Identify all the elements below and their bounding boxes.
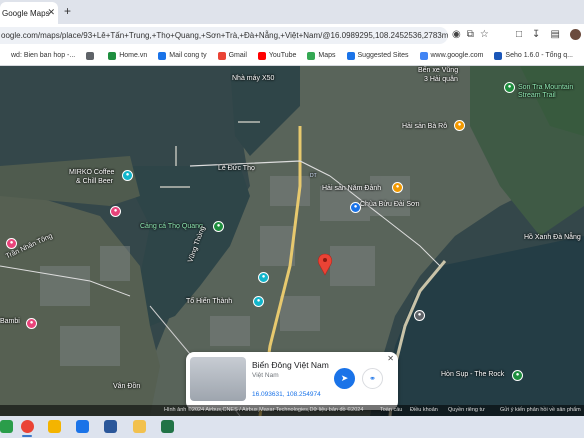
place-title[interactable]: Biển Đông Việt Nam (252, 360, 329, 370)
map-label[interactable]: Vân Đồn (113, 383, 140, 390)
location-icon[interactable]: ◉ (452, 29, 461, 40)
place-photo[interactable] (190, 357, 246, 401)
taskbar (0, 416, 584, 438)
gmail-icon (217, 51, 226, 60)
google-icon (419, 51, 428, 60)
map-label[interactable]: & Chill Beer (76, 178, 113, 185)
bookmark-label: Gmail (228, 52, 247, 59)
map-label[interactable]: Bến xe Vũng (418, 67, 458, 74)
place-pin-icon[interactable]: ● (258, 272, 269, 283)
map-label[interactable]: Cảng cá Thọ Quang (140, 223, 203, 230)
extensions-icon[interactable]: □ (516, 29, 522, 40)
shop-pin-icon[interactable]: ● (110, 206, 121, 217)
park-pin-icon[interactable]: ● (213, 221, 224, 232)
shop-pin-icon[interactable]: ● (26, 318, 37, 329)
map-attribution: Hình ảnh ©2024 Airbus,CNES / Airbus,Maxa… (0, 405, 584, 416)
terms-link[interactable]: Điều khoản (410, 407, 438, 413)
search-icon (346, 51, 355, 60)
cafe-pin-icon[interactable]: ● (122, 170, 133, 181)
share-button[interactable]: ⚭ (362, 368, 383, 389)
bookmark-label: YouTube (268, 52, 297, 59)
map-label[interactable]: Chùa Bửu Đài Sơn (360, 201, 419, 208)
map-label[interactable]: DT (310, 173, 317, 179)
bookmark-item[interactable]: Home.vn (108, 51, 148, 60)
place-card[interactable]: Biển Đông Việt Nam Việt Nam 16.093631, 1… (186, 352, 398, 410)
shop-pin-icon[interactable]: ● (6, 238, 17, 249)
tab-bar: Google Maps ✕ + (0, 0, 584, 24)
bookmark-item[interactable]: www.google.com (419, 51, 484, 60)
install-app-icon[interactable]: ⧉ (467, 29, 474, 40)
bookmark-item[interactable]: wd: Bien ban hop -... (0, 51, 76, 60)
map-label[interactable]: Hải sản Bà Rô (402, 123, 447, 130)
tab-title: Google Maps (2, 8, 50, 18)
copilot-icon[interactable] (48, 420, 61, 433)
privacy-link[interactable]: Quyền riêng tư (448, 407, 485, 413)
youtube-icon (257, 51, 266, 60)
bookmark-item[interactable]: Mail cong ty (158, 51, 207, 60)
bookmark-item[interactable]: Maps (307, 51, 336, 60)
map-label[interactable]: Bambi (0, 318, 20, 325)
place-coordinates[interactable]: 16.093631, 108.254974 (252, 391, 321, 398)
bookmark-label: www.google.com (430, 52, 484, 59)
bookmark-item[interactable]: Seho 1.6.0 - Tổng q... (494, 51, 574, 60)
place-subtitle: Việt Nam (252, 372, 279, 379)
maps-icon (307, 51, 316, 60)
seho-icon (494, 51, 503, 60)
home-vn-icon (108, 51, 117, 60)
download-icon[interactable]: ↧ (532, 29, 540, 40)
bookmark-item[interactable] (86, 51, 97, 60)
map-label[interactable]: Lê Đức Thọ (218, 165, 255, 172)
globe-icon (86, 51, 95, 60)
doc-icon (0, 51, 8, 60)
bookmark-item[interactable]: Suggested Sites (346, 51, 409, 60)
url-input[interactable]: oogle.com/maps/place/93+Lê+Tấn+Trung,+Th… (0, 27, 448, 44)
restaurant-pin-icon[interactable]: ● (454, 120, 465, 131)
address-bar-row: oogle.com/maps/place/93+Lê+Tấn+Trung,+Th… (0, 24, 584, 46)
map-label[interactable]: Tổ Hiến Thành (186, 298, 232, 305)
feedback-link[interactable]: Gửi ý kiến phản hồi về sản phẩm (500, 407, 581, 413)
place-pin-icon[interactable]: ● (253, 296, 264, 307)
map-label[interactable]: Stream Trail (518, 92, 556, 99)
app-icon[interactable] (0, 420, 13, 433)
new-tab-button[interactable]: + (64, 4, 71, 18)
excel-icon[interactable] (161, 420, 174, 433)
landmark-pin-icon[interactable]: ● (414, 310, 425, 321)
bookmark-label: Maps (318, 52, 336, 59)
active-indicator (22, 435, 32, 437)
tab-google-maps[interactable]: Google Maps ✕ (0, 2, 58, 24)
bookmark-star-icon[interactable]: ☆ (480, 29, 489, 40)
profile-avatar[interactable] (569, 29, 581, 40)
bookmark-item[interactable]: Gmail (217, 51, 247, 60)
bookmark-label: wd: Bien ban hop -... (11, 52, 76, 59)
directions-button[interactable]: ➤ (334, 368, 355, 389)
map-label[interactable]: Son Tra Mountain (518, 84, 573, 91)
close-card-icon[interactable]: ✕ (387, 354, 394, 363)
bookmarks-bar: wd: Bien ban hop -... Home.vn Mail cong ty… (0, 46, 584, 66)
file-explorer-icon[interactable] (133, 420, 146, 433)
restaurant-pin-icon[interactable]: ● (392, 182, 403, 193)
bookmark-item[interactable]: YouTube (257, 51, 297, 60)
bookmark-label: Mail cong ty (169, 52, 207, 59)
tab-close-icon[interactable]: ✕ (47, 7, 55, 18)
map-label[interactable]: MIRKO Coffee (69, 169, 114, 176)
bookmark-label: Seho 1.6.0 - Tổng q... (505, 52, 574, 59)
map-label[interactable]: Hồ Xanh Đà Nẵng (524, 234, 581, 241)
sidebar-icon[interactable]: ▤ (550, 29, 559, 40)
landmark-pin-icon[interactable]: ● (512, 370, 523, 381)
temple-pin-icon[interactable]: ● (350, 202, 361, 213)
bookmark-label: Suggested Sites (357, 52, 409, 59)
global-link[interactable]: Toàn cầu (380, 407, 402, 413)
imagery-credit: Hình ảnh ©2024 Airbus,CNES / Airbus,Maxa… (164, 407, 364, 413)
map-label[interactable]: 3 Hải quân (424, 76, 458, 83)
chrome-icon[interactable] (21, 420, 34, 433)
park-pin-icon[interactable]: ● (504, 82, 515, 93)
map-label[interactable]: Hòn Sụp - The Rock (441, 371, 504, 378)
map-label[interactable]: Hải sản Năm Đảnh (322, 185, 381, 192)
map-label[interactable]: Nhà máy X50 (232, 75, 274, 82)
map-canvas[interactable]: Nhà máy X50 Bến xe Vũng 3 Hải quân Son T… (0, 66, 584, 416)
mail-icon (158, 51, 167, 60)
zalo-icon[interactable] (76, 420, 89, 433)
word-icon[interactable] (104, 420, 117, 433)
bookmark-label: Home.vn (119, 52, 148, 59)
